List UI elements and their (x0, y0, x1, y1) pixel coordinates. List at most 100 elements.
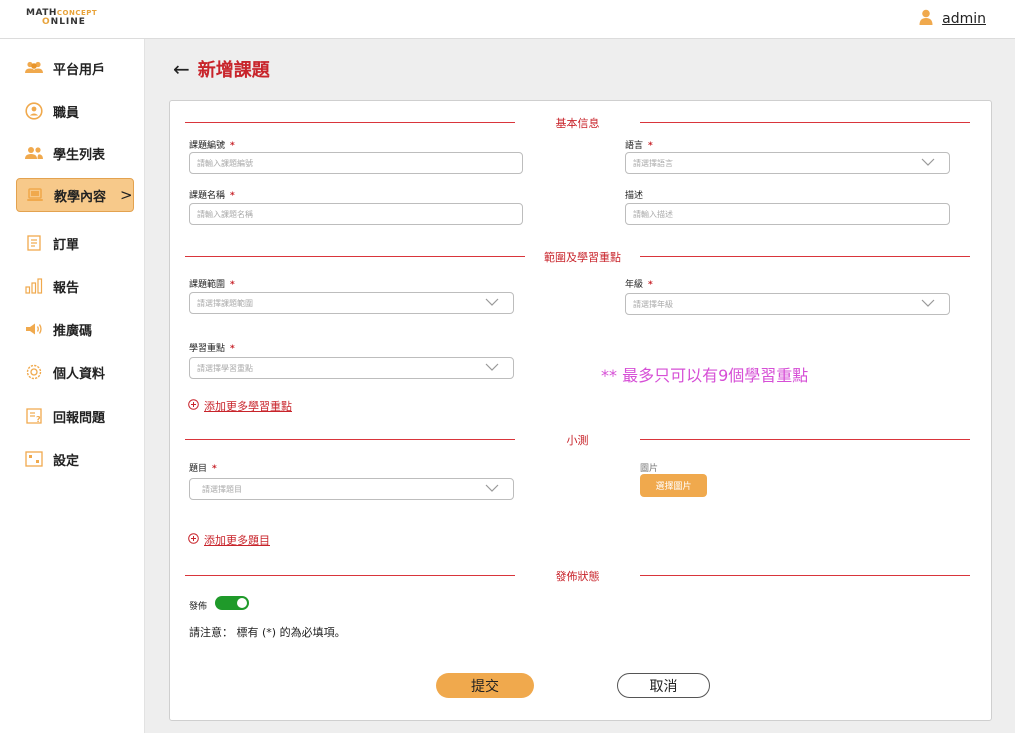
section-title-publish: 發佈狀態 (555, 570, 600, 583)
placeholder-text: 請輸入課題編號 (197, 158, 253, 168)
gear-icon (25, 363, 43, 381)
person-circle-icon (25, 102, 43, 120)
sidebar-item-reports[interactable]: 報告 (16, 269, 134, 303)
question-label: 題目 * (189, 461, 217, 474)
logo[interactable]: MATHCONCEPT ONLINE (26, 9, 97, 27)
section-divider-right (640, 122, 970, 123)
topic-scope-select[interactable]: 請選擇課題範圍 (189, 292, 514, 314)
sidebar-item-orders[interactable]: 訂單 (16, 226, 134, 260)
user-icon (919, 9, 933, 29)
add-learning-focus-text: 添加更多學習重點 (204, 400, 292, 413)
required-mark: * (230, 141, 235, 151)
label-text: 學習重點 (189, 344, 226, 354)
chevron-right-icon: > (120, 186, 133, 204)
plus-circle-icon (188, 533, 199, 547)
question-select[interactable]: 請選擇題目 (189, 478, 514, 500)
required-notice: 請注意： 標有 (*) 的為必填項。 (189, 626, 346, 639)
topic-code-label: 課題編號 * (189, 138, 235, 151)
sidebar-item-teaching-content[interactable]: 教學內容 > (16, 178, 134, 212)
sidebar-item-label: 回報問題 (53, 410, 106, 426)
chevron-down-icon (921, 158, 935, 169)
required-mark: * (212, 464, 217, 474)
sidebar-item-students[interactable]: 學生列表 (16, 136, 134, 170)
description-label: 描述 (625, 188, 643, 201)
megaphone-icon (25, 320, 43, 338)
grade-select[interactable]: 請選擇年級 (625, 293, 950, 315)
section-divider-left (185, 575, 515, 576)
chevron-down-icon (485, 298, 499, 309)
label-text: 描述 (625, 191, 644, 201)
sidebar-item-label: 個人資料 (53, 366, 106, 382)
students-icon (25, 144, 43, 162)
language-select[interactable]: 請選擇語言 (625, 152, 950, 174)
sidebar-item-profile[interactable]: 個人資料 (16, 355, 134, 389)
user-menu[interactable]: admin (919, 9, 986, 29)
sidebar-item-promo-code[interactable]: 推廣碼 (16, 312, 134, 346)
add-question-link[interactable]: 添加更多題目 (188, 532, 270, 548)
top-header: MATHCONCEPT ONLINE admin (0, 0, 1015, 39)
required-mark: * (230, 280, 235, 290)
sidebar-item-label: 報告 (53, 280, 80, 296)
document-list-icon (25, 234, 43, 252)
placeholder-text: 請選擇題目 (202, 484, 242, 494)
sidebar: 平台用戶 職員 學生列表 教學內容 > 訂單 報告 推廣碼 個人資料 ? 回報問… (0, 39, 145, 733)
section-title-basic: 基本信息 (555, 117, 600, 130)
choose-image-button[interactable]: 選擇圖片 (640, 474, 707, 497)
placeholder-text: 請輸入課題名稱 (197, 209, 253, 219)
learning-focus-select[interactable]: 請選擇學習重點 (189, 357, 514, 379)
sidebar-item-staff[interactable]: 職員 (16, 94, 134, 128)
sidebar-item-label: 平台用戶 (53, 62, 106, 78)
publish-label: 發佈 (189, 602, 208, 612)
chevron-down-icon (485, 363, 499, 374)
label-text: 課題範圍 (189, 280, 226, 290)
sidebar-item-label: 學生列表 (53, 147, 106, 163)
logo-text-o: O (42, 17, 51, 27)
label-text: 年級 (625, 280, 644, 290)
logo-text-online: NLINE (50, 17, 86, 27)
add-question-text: 添加更多題目 (204, 534, 270, 547)
feedback-icon: ? (25, 407, 43, 425)
back-arrow-icon[interactable]: ← (173, 57, 190, 81)
users-group-icon (25, 59, 43, 77)
settings-frame-icon (25, 450, 43, 468)
section-title-scope: 範圍及學習重點 (544, 251, 621, 264)
main-content: ← 新增課題 基本信息 課題編號 * 請輸入課題編號 語言 * 請選擇語言 課題名稱… (145, 39, 1015, 733)
topic-name-input[interactable]: 請輸入課題名稱 (189, 203, 523, 225)
required-mark: * (230, 344, 235, 354)
sidebar-item-label: 訂單 (53, 237, 80, 253)
learning-focus-label: 學習重點 * (189, 341, 235, 354)
section-title-quiz: 小測 (566, 434, 589, 447)
sidebar-item-platform-users[interactable]: 平台用戶 (16, 51, 134, 85)
placeholder-text: 請選擇課題範圍 (197, 298, 253, 308)
description-input[interactable]: 請輸入描述 (625, 203, 950, 225)
section-divider-left (185, 122, 515, 123)
image-label: 圖片 (640, 464, 659, 474)
plus-circle-icon (188, 399, 199, 413)
topic-scope-label: 課題範圍 * (189, 277, 235, 290)
sidebar-item-settings[interactable]: 設定 (16, 442, 134, 476)
placeholder-text: 請輸入描述 (633, 209, 673, 219)
language-label: 語言 * (625, 138, 653, 151)
svg-text:?: ? (36, 415, 41, 424)
page-title: ← 新增課題 (173, 56, 270, 82)
placeholder-text: 請選擇學習重點 (197, 363, 253, 373)
username-link[interactable]: admin (942, 11, 986, 27)
grade-label: 年級 * (625, 277, 653, 290)
sidebar-item-label: 推廣碼 (53, 323, 93, 339)
logo-text-concept: CONCEPT (56, 9, 98, 17)
bar-chart-icon (25, 277, 43, 295)
cancel-button[interactable]: 取消 (617, 673, 710, 698)
topic-code-input[interactable]: 請輸入課題編號 (189, 152, 523, 174)
add-learning-focus-link[interactable]: 添加更多學習重點 (188, 398, 292, 414)
sidebar-item-report-issue[interactable]: ? 回報問題 (16, 399, 134, 433)
placeholder-text: 請選擇語言 (633, 158, 673, 168)
publish-toggle[interactable] (215, 596, 249, 610)
required-mark: * (648, 141, 653, 151)
label-text: 語言 (625, 141, 644, 151)
page-title-text: 新增課題 (197, 60, 270, 81)
section-divider-right (640, 575, 970, 576)
section-divider-right (640, 439, 970, 440)
required-mark: * (230, 191, 235, 201)
submit-button[interactable]: 提交 (436, 673, 534, 698)
placeholder-text: 請選擇年級 (633, 299, 673, 309)
